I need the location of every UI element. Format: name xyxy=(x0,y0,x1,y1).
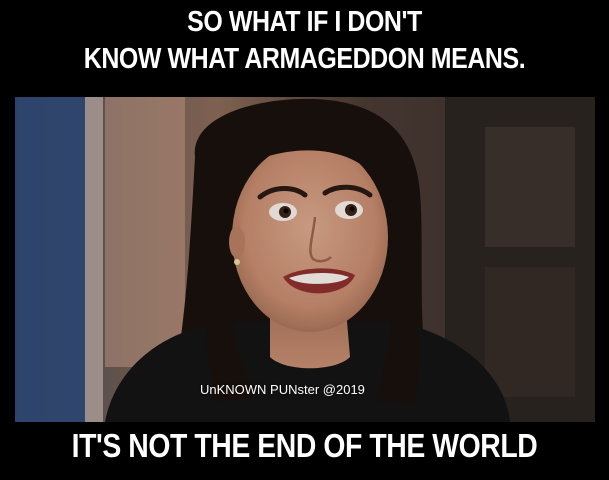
meme-image: SO WHAT IF I DON'T KNOW WHAT ARMAGEDDON … xyxy=(0,0,609,480)
meme-photo xyxy=(15,97,595,422)
meme-bottom-caption: IT'S NOT THE END OF THE WORLD xyxy=(71,427,538,464)
photo-illustration xyxy=(15,97,595,422)
meme-watermark: UnKNOWN PUNster @2019 xyxy=(200,382,365,397)
meme-top-caption-line-2: KNOW WHAT ARMAGEDDON MEANS. xyxy=(83,43,526,75)
meme-top-caption-line-1: SO WHAT IF I DON'T xyxy=(187,6,422,38)
